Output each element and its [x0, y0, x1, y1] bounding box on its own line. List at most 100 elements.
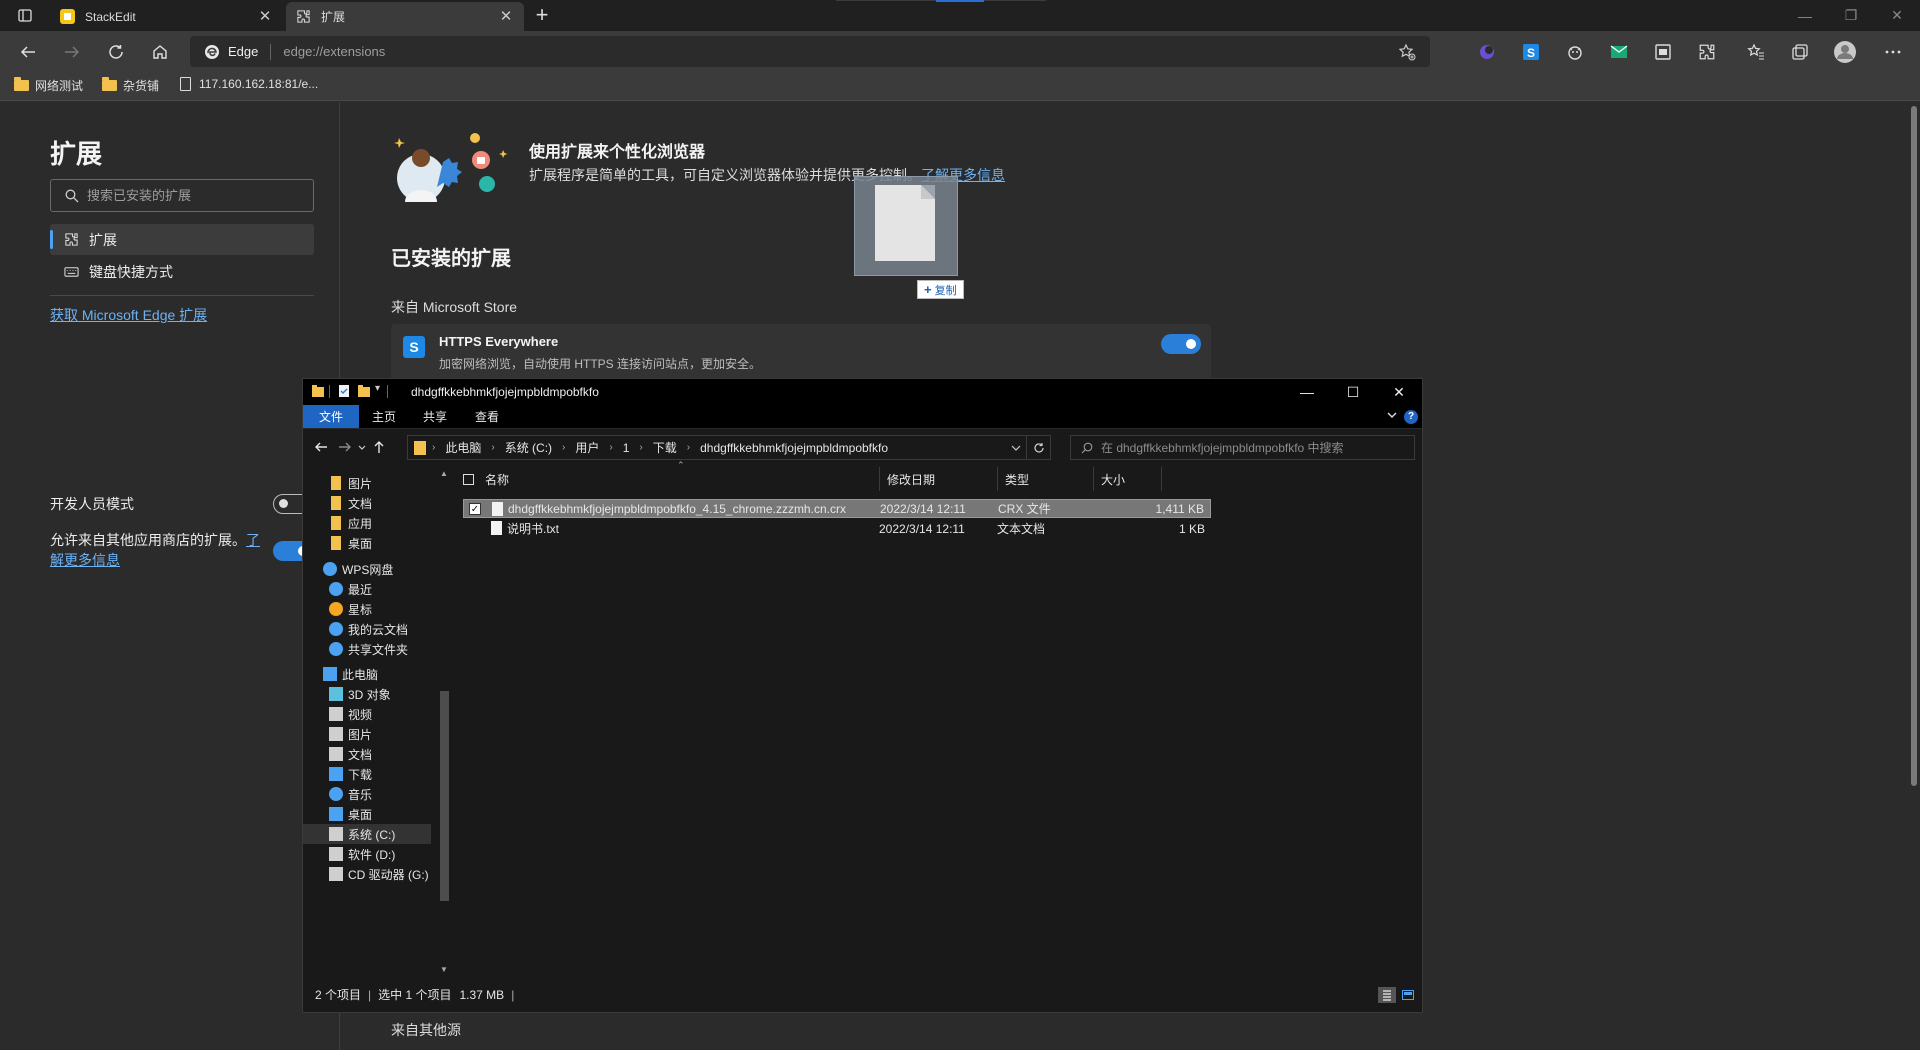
forward-button[interactable]: [58, 38, 86, 66]
tab-actions-icon[interactable]: [14, 6, 36, 26]
nav-item[interactable]: 桌面: [303, 804, 431, 824]
column-separator[interactable]: [879, 467, 880, 491]
menu-icon[interactable]: [1882, 41, 1904, 63]
close-tab-icon[interactable]: ✕: [257, 8, 273, 25]
column-header-name[interactable]: 名称: [485, 465, 509, 493]
address-bar[interactable]: Edge edge://extensions: [190, 36, 1430, 67]
sidebar-item-shortcuts[interactable]: 键盘快捷方式: [50, 256, 314, 287]
nav-item[interactable]: 图片: [303, 473, 431, 493]
mail-icon[interactable]: [1608, 41, 1630, 63]
row-checkbox[interactable]: ✓: [469, 503, 481, 515]
navigation-pane-scrollbar[interactable]: ▲ ▼: [437, 465, 452, 977]
nav-item[interactable]: 文档: [303, 493, 431, 513]
nav-item[interactable]: 视频: [303, 704, 431, 724]
back-arrow-icon[interactable]: [313, 439, 329, 455]
collections-icon[interactable]: [1476, 41, 1498, 63]
add-favorite-icon[interactable]: [1398, 43, 1416, 61]
mascot-icon[interactable]: [1564, 41, 1586, 63]
search-input[interactable]: [87, 188, 297, 203]
nav-item[interactable]: 软件 (D:): [303, 844, 431, 864]
nav-item[interactable]: WPS网盘: [303, 559, 431, 579]
restore-button[interactable]: ❐: [1828, 0, 1874, 31]
help-icon[interactable]: ?: [1404, 410, 1418, 424]
breadcrumb-item[interactable]: 此电脑: [445, 439, 481, 456]
scrollbar-thumb[interactable]: [440, 691, 449, 901]
nav-item[interactable]: 此电脑: [303, 664, 431, 684]
extension-search-box[interactable]: [50, 179, 314, 212]
ribbon-tab-share[interactable]: 共享: [409, 405, 461, 428]
new-tab-button[interactable]: +: [530, 4, 554, 28]
nav-item[interactable]: 音乐: [303, 784, 431, 804]
select-all-checkbox[interactable]: [463, 474, 474, 485]
stackedit-icon[interactable]: S: [1520, 41, 1542, 63]
favorites-icon[interactable]: [1745, 41, 1767, 63]
breadcrumb-item[interactable]: dhdgffkkebhmkfjojejmpbldmpobfkfo: [700, 441, 888, 455]
file-row[interactable]: ✓ dhdgffkkebhmkfjojejmpbldmpobfkfo_4.15_…: [463, 499, 1211, 518]
bookmark-folder[interactable]: 网络测试: [14, 77, 83, 94]
nav-item[interactable]: 应用: [303, 513, 431, 533]
refresh-button[interactable]: [1026, 436, 1050, 459]
bookmark-folder[interactable]: 杂货铺: [102, 77, 159, 94]
column-separator[interactable]: [997, 467, 998, 491]
explorer-close-button[interactable]: ✕: [1376, 379, 1422, 405]
ribbon-tab-view[interactable]: 查看: [461, 405, 513, 428]
nav-item[interactable]: 文档: [303, 744, 431, 764]
up-arrow-icon[interactable]: [371, 439, 387, 455]
refresh-button[interactable]: [102, 38, 130, 66]
bookmark-link[interactable]: 117.160.162.18:81/e...: [180, 77, 318, 91]
forward-arrow-icon[interactable]: [337, 439, 353, 455]
page-scrollbar[interactable]: [1908, 102, 1920, 1050]
nav-item[interactable]: 共享文件夹: [303, 639, 431, 659]
breadcrumb-item[interactable]: 1: [623, 441, 630, 455]
extensions-icon[interactable]: [1696, 41, 1718, 63]
large-icons-view-button[interactable]: [1399, 987, 1417, 1003]
expand-ribbon-icon[interactable]: [1386, 409, 1398, 421]
nav-item[interactable]: 桌面: [303, 533, 431, 553]
get-extensions-link[interactable]: 获取 Microsoft Edge 扩展: [50, 305, 207, 325]
scroll-up-icon[interactable]: ▲: [440, 469, 448, 478]
explorer-search-box[interactable]: 在 dhdgffkkebhmkfjojejmpbldmpobfkfo 中搜索: [1070, 435, 1415, 460]
nav-item[interactable]: 星标: [303, 599, 431, 619]
tab-stackedit[interactable]: StackEdit ✕: [50, 2, 283, 31]
ribbon-tab-file[interactable]: 文件: [303, 405, 359, 428]
close-window-button[interactable]: ✕: [1874, 0, 1920, 31]
profile-avatar-icon[interactable]: [1833, 40, 1857, 64]
customize-toolbar-icon[interactable]: ▾: [375, 383, 380, 394]
extension-enable-toggle[interactable]: [1161, 334, 1201, 354]
back-button[interactable]: [14, 38, 42, 66]
address-breadcrumb[interactable]: › 此电脑 › 系统 (C:) › 用户 › 1 › 下载 › dhdgffkk…: [407, 435, 1051, 460]
scroll-down-icon[interactable]: ▼: [440, 965, 448, 974]
home-button[interactable]: [146, 38, 174, 66]
ribbon-tab-home[interactable]: 主页: [359, 405, 409, 428]
breadcrumb-item[interactable]: 系统 (C:): [505, 439, 552, 456]
column-header-size[interactable]: 大小: [1101, 465, 1125, 493]
tab-collections-icon[interactable]: [1789, 41, 1811, 63]
screenshot-icon[interactable]: [1652, 41, 1674, 63]
file-row[interactable]: 说明书.txt 2022/3/14 12:11 文本文档 1 KB: [463, 519, 1211, 538]
nav-item[interactable]: 3D 对象: [303, 684, 431, 704]
scrollbar-thumb[interactable]: [1911, 106, 1917, 786]
explorer-minimize-button[interactable]: —: [1284, 379, 1330, 405]
tab-extensions[interactable]: 扩展 ✕: [286, 2, 524, 31]
column-header-date[interactable]: 修改日期: [887, 465, 935, 493]
nav-item[interactable]: 下载: [303, 764, 431, 784]
properties-icon[interactable]: [337, 384, 351, 398]
column-header-type[interactable]: 类型: [1005, 465, 1029, 493]
sidebar-item-extensions[interactable]: 扩展: [50, 224, 314, 255]
nav-item[interactable]: 图片: [303, 724, 431, 744]
column-separator[interactable]: [1093, 467, 1094, 491]
explorer-maximize-button[interactable]: ☐: [1330, 379, 1376, 405]
chevron-down-icon[interactable]: [1010, 442, 1022, 454]
recent-locations-icon[interactable]: [357, 443, 367, 453]
nav-item[interactable]: CD 驱动器 (G:): [303, 864, 431, 884]
nav-item[interactable]: 我的云文档: [303, 619, 431, 639]
url-text[interactable]: edge://extensions: [283, 44, 385, 59]
nav-item[interactable]: 系统 (C:): [303, 824, 431, 844]
column-separator[interactable]: [1161, 467, 1162, 491]
close-tab-icon[interactable]: ✕: [498, 8, 514, 25]
breadcrumb-item[interactable]: 下载: [653, 439, 677, 456]
breadcrumb-item[interactable]: 用户: [575, 439, 599, 456]
nav-item[interactable]: 最近: [303, 579, 431, 599]
new-folder-icon[interactable]: [357, 384, 371, 398]
details-view-button[interactable]: [1378, 987, 1396, 1003]
